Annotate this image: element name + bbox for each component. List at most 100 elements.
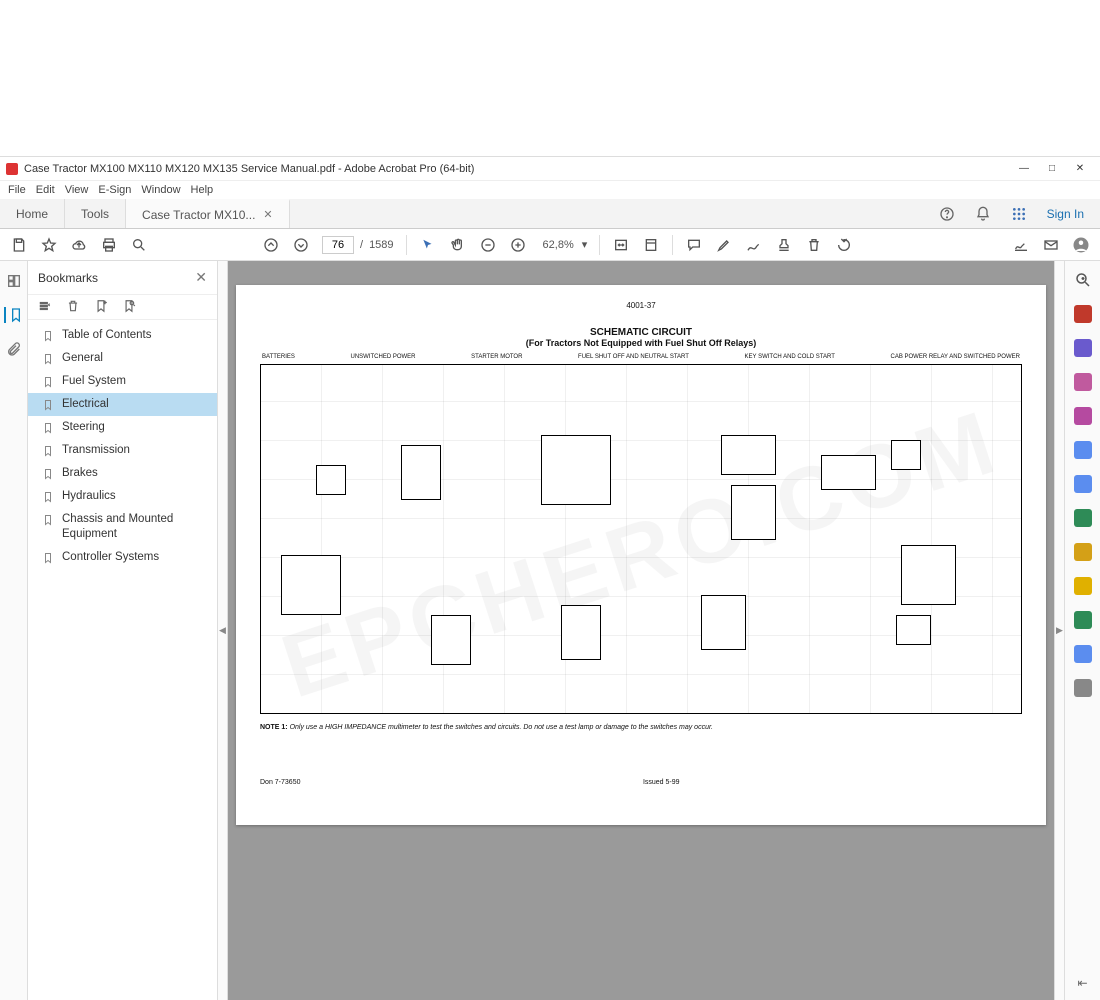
page-section-id: 4001-37 [626,301,655,310]
bookmark-item[interactable]: Fuel System [28,370,217,393]
bookmark-item[interactable]: Chassis and Mounted Equipment [28,508,217,546]
right-tools-rail: ⇤ [1064,261,1100,1000]
menu-file[interactable]: File [8,184,26,196]
right-tool-prepare-icon[interactable] [1074,611,1092,629]
bookmark-icon [42,421,54,435]
page-number-input[interactable] [322,236,354,254]
save-icon[interactable] [10,236,28,254]
page-down-icon[interactable] [292,236,310,254]
sign-in-link[interactable]: Sign In [1047,207,1084,221]
schematic-column-labels: BATTERIES UNSWITCHED POWER STARTER MOTOR… [260,354,1022,360]
bookmark-label: Electrical [62,397,109,412]
bookmark-icon [42,444,54,458]
hand-tool-icon[interactable] [449,236,467,254]
bookmark-item[interactable]: Hydraulics [28,485,217,508]
tab-document-label: Case Tractor MX10... [142,208,255,222]
bookmark-icon [42,490,54,504]
bell-icon[interactable] [975,206,991,222]
right-tool-protect-icon[interactable] [1074,645,1092,663]
page-up-icon[interactable] [262,236,280,254]
bookmarks-rail-icon[interactable] [4,307,20,323]
sidebar-collapse-handle[interactable]: ◀ [218,261,228,1000]
zoom-out-icon[interactable] [479,236,497,254]
bookmark-item[interactable]: General [28,347,217,370]
bookmark-find-icon[interactable] [122,299,136,313]
bookmark-icon [42,398,54,412]
tab-home[interactable]: Home [0,199,65,228]
right-tool-combine-icon[interactable] [1074,475,1092,493]
right-tool-organize-icon[interactable] [1074,509,1092,527]
right-tool-edit-icon[interactable] [1074,339,1092,357]
bookmark-item[interactable]: Controller Systems [28,546,217,569]
menu-edit[interactable]: Edit [36,184,55,196]
document-view[interactable]: EPCHERO.COM 4001-37 SCHEMATIC CIRCUIT (F… [228,261,1054,1000]
zoom-value: 62,8% [539,237,578,253]
apps-grid-icon[interactable] [1011,206,1027,222]
right-tool-search-icon[interactable] [1074,271,1092,289]
right-tool-more-icon[interactable] [1074,679,1092,697]
menu-esign[interactable]: E-Sign [98,184,131,196]
thumbnails-rail-icon[interactable] [6,273,22,289]
right-tool-create-icon[interactable] [1074,373,1092,391]
bookmarks-panel: Bookmarks ✕ Table of ContentsGeneralFuel… [28,261,218,1000]
page-separator: / [360,239,363,251]
account-icon[interactable] [1072,236,1090,254]
print-icon[interactable] [100,236,118,254]
panel-close-button[interactable]: ✕ [195,269,207,286]
cloud-upload-icon[interactable] [70,236,88,254]
window-minimize-button[interactable]: — [1010,163,1038,174]
menu-help[interactable]: Help [191,184,214,196]
bookmark-item[interactable]: Steering [28,416,217,439]
comment-icon[interactable] [685,236,703,254]
bookmark-new-icon[interactable] [94,299,108,313]
rotate-icon[interactable] [835,236,853,254]
fit-width-icon[interactable] [612,236,630,254]
bookmark-label: Controller Systems [62,550,159,565]
left-rail [0,261,28,1000]
menu-window[interactable]: Window [141,184,180,196]
window-maximize-button[interactable]: □ [1038,163,1066,174]
page-footer: Don 7-73650 Issued 5-99 [260,779,1022,786]
right-tool-compress-icon[interactable] [1074,543,1092,561]
bookmark-item[interactable]: Table of Contents [28,324,217,347]
schematic-diagram [260,364,1022,714]
find-icon[interactable] [130,236,148,254]
draw-icon[interactable] [745,236,763,254]
right-pane-expand-icon[interactable]: ⇤ [1077,976,1087,990]
right-pane-collapse-handle[interactable]: ▶ [1054,261,1064,1000]
main-toolbar: / 1589 62,8% ▾ [0,229,1100,261]
delete-icon[interactable] [805,236,823,254]
window-close-button[interactable]: ✕ [1066,163,1094,174]
bookmark-label: General [62,351,103,366]
zoom-in-icon[interactable] [509,236,527,254]
attachments-rail-icon[interactable] [6,341,22,357]
tab-document[interactable]: Case Tractor MX10... ✕ [126,199,290,228]
help-icon[interactable] [939,206,955,222]
tab-tools[interactable]: Tools [65,199,126,228]
page-display-icon[interactable] [642,236,660,254]
pdf-page: EPCHERO.COM 4001-37 SCHEMATIC CIRCUIT (F… [236,285,1046,825]
bookmark-options-icon[interactable] [38,299,52,313]
right-tool-redact-icon[interactable] [1074,577,1092,595]
app-body: Bookmarks ✕ Table of ContentsGeneralFuel… [0,261,1100,1000]
bookmark-label: Brakes [62,466,98,481]
menu-view[interactable]: View [65,184,89,196]
stamp-icon[interactable] [775,236,793,254]
right-tool-fill-icon[interactable] [1074,441,1092,459]
right-tool-export-icon[interactable] [1074,305,1092,323]
acrobat-window: Case Tractor MX100 MX110 MX120 MX135 Ser… [0,156,1100,1000]
email-icon[interactable] [1042,236,1060,254]
star-icon[interactable] [40,236,58,254]
highlight-icon[interactable] [715,236,733,254]
right-tool-request-icon[interactable] [1074,407,1092,425]
zoom-dropdown[interactable]: 62,8% ▾ [539,237,588,253]
bookmark-delete-icon[interactable] [66,299,80,313]
selection-tool-icon[interactable] [419,236,437,254]
chevron-down-icon: ▾ [582,238,588,251]
bookmark-icon [42,375,54,389]
tab-close-button[interactable]: ✕ [263,208,272,221]
sign-icon[interactable] [1012,236,1030,254]
bookmark-item[interactable]: Brakes [28,462,217,485]
bookmark-item[interactable]: Electrical [28,393,217,416]
bookmark-item[interactable]: Transmission [28,439,217,462]
